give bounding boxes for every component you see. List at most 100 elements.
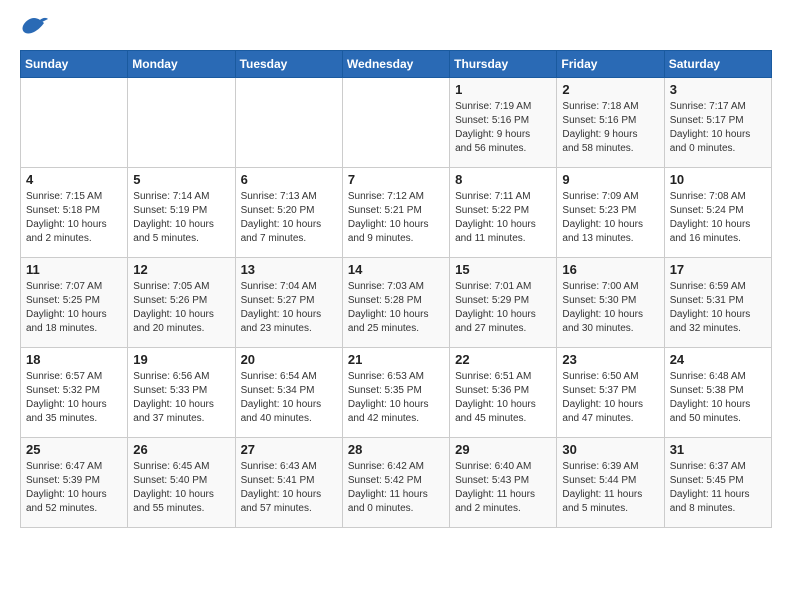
- page-header: [20, 16, 772, 38]
- calendar-week-row: 4Sunrise: 7:15 AMSunset: 5:18 PMDaylight…: [21, 168, 772, 258]
- table-row: 28 Sunrise: 6:42 AMSunset: 5:42 PMDayligh…: [342, 438, 449, 528]
- day-number: 30: [562, 442, 658, 457]
- table-row: 20Sunrise: 6:54 AMSunset: 5:34 PMDayligh…: [235, 348, 342, 438]
- day-number: 22: [455, 352, 551, 367]
- day-info: Sunrise: 6:57 AMSunset: 5:32 PMDaylight:…: [26, 370, 122, 426]
- header-tuesday: Tuesday: [235, 51, 342, 78]
- table-row: 21 Sunrise: 6:53 AMSunset: 5:35 PMDayligh…: [342, 348, 449, 438]
- calendar-table: Sunday Monday Tuesday Wednesday Thursday…: [20, 50, 772, 528]
- table-row: 29 Sunrise: 6:40 AMSunset: 5:43 PMDayligh…: [450, 438, 557, 528]
- day-info: Sunrise: 6:42 AMSunset: 5:42 PMDaylight:…: [348, 460, 444, 516]
- day-number: 29: [455, 442, 551, 457]
- table-row: [342, 78, 449, 168]
- table-row: 24Sunrise: 6:48 AMSunset: 5:38 PMDayligh…: [664, 348, 771, 438]
- day-number: 5: [133, 172, 229, 187]
- table-row: 5 Sunrise: 7:14 AMSunset: 5:19 PMDaylight…: [128, 168, 235, 258]
- table-row: 1 Sunrise: 7:19 AMSunset: 5:16 PMDaylight…: [450, 78, 557, 168]
- table-row: 19 Sunrise: 6:56 AMSunset: 5:33 PMDayligh…: [128, 348, 235, 438]
- table-row: 25 Sunrise: 6:47 AMSunset: 5:39 PMDayligh…: [21, 438, 128, 528]
- day-info: Sunrise: 6:40 AMSunset: 5:43 PMDaylight:…: [455, 460, 551, 516]
- calendar-week-row: 11 Sunrise: 7:07 AMSunset: 5:25 PMDayligh…: [21, 258, 772, 348]
- header-sunday: Sunday: [21, 51, 128, 78]
- table-row: 8 Sunrise: 7:11 AMSunset: 5:22 PMDaylight…: [450, 168, 557, 258]
- day-number: 14: [348, 262, 444, 277]
- day-info: Sunrise: 7:11 AMSunset: 5:22 PMDaylight:…: [455, 190, 551, 246]
- day-number: 15: [455, 262, 551, 277]
- day-number: 24: [670, 352, 766, 367]
- day-number: 9: [562, 172, 658, 187]
- day-info: Sunrise: 7:09 AMSunset: 5:23 PMDaylight:…: [562, 190, 658, 246]
- table-row: 12 Sunrise: 7:05 AMSunset: 5:26 PMDayligh…: [128, 258, 235, 348]
- table-row: 31Sunrise: 6:37 AMSunset: 5:45 PMDayligh…: [664, 438, 771, 528]
- day-number: 12: [133, 262, 229, 277]
- day-info: Sunrise: 6:50 AMSunset: 5:37 PMDaylight:…: [562, 370, 658, 426]
- table-row: 26Sunrise: 6:45 AMSunset: 5:40 PMDayligh…: [128, 438, 235, 528]
- day-number: 25: [26, 442, 122, 457]
- table-row: [235, 78, 342, 168]
- header-thursday: Thursday: [450, 51, 557, 78]
- header-wednesday: Wednesday: [342, 51, 449, 78]
- table-row: 15 Sunrise: 7:01 AMSunset: 5:29 PMDayligh…: [450, 258, 557, 348]
- day-number: 1: [455, 82, 551, 97]
- day-info: Sunrise: 7:19 AMSunset: 5:16 PMDaylight:…: [455, 100, 551, 156]
- day-number: 21: [348, 352, 444, 367]
- day-number: 11: [26, 262, 122, 277]
- day-number: 4: [26, 172, 122, 187]
- day-number: 10: [670, 172, 766, 187]
- table-row: 30 Sunrise: 6:39 AMSunset: 5:44 PMDayligh…: [557, 438, 664, 528]
- day-number: 28: [348, 442, 444, 457]
- day-info: Sunrise: 6:51 AMSunset: 5:36 PMDaylight:…: [455, 370, 551, 426]
- day-info: Sunrise: 7:04 AMSunset: 5:27 PMDaylight:…: [241, 280, 337, 336]
- day-info: Sunrise: 6:45 AMSunset: 5:40 PMDaylight:…: [133, 460, 229, 516]
- table-row: 3Sunrise: 7:17 AMSunset: 5:17 PMDaylight…: [664, 78, 771, 168]
- day-info: Sunrise: 7:05 AMSunset: 5:26 PMDaylight:…: [133, 280, 229, 336]
- calendar-week-row: 25 Sunrise: 6:47 AMSunset: 5:39 PMDayligh…: [21, 438, 772, 528]
- day-info: Sunrise: 7:12 AMSunset: 5:21 PMDaylight:…: [348, 190, 444, 246]
- day-info: Sunrise: 7:01 AMSunset: 5:29 PMDaylight:…: [455, 280, 551, 336]
- table-row: 11 Sunrise: 7:07 AMSunset: 5:25 PMDayligh…: [21, 258, 128, 348]
- day-info: Sunrise: 7:13 AMSunset: 5:20 PMDaylight:…: [241, 190, 337, 246]
- table-row: 18Sunrise: 6:57 AMSunset: 5:32 PMDayligh…: [21, 348, 128, 438]
- logo: [20, 16, 52, 38]
- day-info: Sunrise: 6:54 AMSunset: 5:34 PMDaylight:…: [241, 370, 337, 426]
- day-number: 7: [348, 172, 444, 187]
- table-row: 27Sunrise: 6:43 AMSunset: 5:41 PMDayligh…: [235, 438, 342, 528]
- day-info: Sunrise: 6:39 AMSunset: 5:44 PMDaylight:…: [562, 460, 658, 516]
- day-number: 6: [241, 172, 337, 187]
- table-row: 2 Sunrise: 7:18 AMSunset: 5:16 PMDaylight…: [557, 78, 664, 168]
- table-row: 7 Sunrise: 7:12 AMSunset: 5:21 PMDaylight…: [342, 168, 449, 258]
- logo-bird-icon: [20, 16, 48, 38]
- table-row: [21, 78, 128, 168]
- day-info: Sunrise: 7:14 AMSunset: 5:19 PMDaylight:…: [133, 190, 229, 246]
- day-number: 2: [562, 82, 658, 97]
- calendar-header-row: Sunday Monday Tuesday Wednesday Thursday…: [21, 51, 772, 78]
- table-row: 23Sunrise: 6:50 AMSunset: 5:37 PMDayligh…: [557, 348, 664, 438]
- day-info: Sunrise: 6:59 AMSunset: 5:31 PMDaylight:…: [670, 280, 766, 336]
- day-info: Sunrise: 6:56 AMSunset: 5:33 PMDaylight:…: [133, 370, 229, 426]
- table-row: [128, 78, 235, 168]
- table-row: 22 Sunrise: 6:51 AMSunset: 5:36 PMDayligh…: [450, 348, 557, 438]
- header-monday: Monday: [128, 51, 235, 78]
- table-row: 6 Sunrise: 7:13 AMSunset: 5:20 PMDaylight…: [235, 168, 342, 258]
- day-info: Sunrise: 7:18 AMSunset: 5:16 PMDaylight:…: [562, 100, 658, 156]
- table-row: 17 Sunrise: 6:59 AMSunset: 5:31 PMDayligh…: [664, 258, 771, 348]
- day-number: 27: [241, 442, 337, 457]
- day-info: Sunrise: 7:00 AMSunset: 5:30 PMDaylight:…: [562, 280, 658, 336]
- day-number: 8: [455, 172, 551, 187]
- day-number: 16: [562, 262, 658, 277]
- day-info: Sunrise: 7:03 AMSunset: 5:28 PMDaylight:…: [348, 280, 444, 336]
- table-row: 10 Sunrise: 7:08 AMSunset: 5:24 PMDayligh…: [664, 168, 771, 258]
- day-info: Sunrise: 7:08 AMSunset: 5:24 PMDaylight:…: [670, 190, 766, 246]
- table-row: 13Sunrise: 7:04 AMSunset: 5:27 PMDayligh…: [235, 258, 342, 348]
- day-info: Sunrise: 7:17 AMSunset: 5:17 PMDaylight:…: [670, 100, 766, 156]
- header-saturday: Saturday: [664, 51, 771, 78]
- table-row: 14 Sunrise: 7:03 AMSunset: 5:28 PMDayligh…: [342, 258, 449, 348]
- day-number: 17: [670, 262, 766, 277]
- table-row: 16 Sunrise: 7:00 AMSunset: 5:30 PMDayligh…: [557, 258, 664, 348]
- day-info: Sunrise: 6:53 AMSunset: 5:35 PMDaylight:…: [348, 370, 444, 426]
- day-number: 31: [670, 442, 766, 457]
- day-info: Sunrise: 7:07 AMSunset: 5:25 PMDaylight:…: [26, 280, 122, 336]
- table-row: 9 Sunrise: 7:09 AMSunset: 5:23 PMDaylight…: [557, 168, 664, 258]
- day-number: 19: [133, 352, 229, 367]
- day-info: Sunrise: 6:47 AMSunset: 5:39 PMDaylight:…: [26, 460, 122, 516]
